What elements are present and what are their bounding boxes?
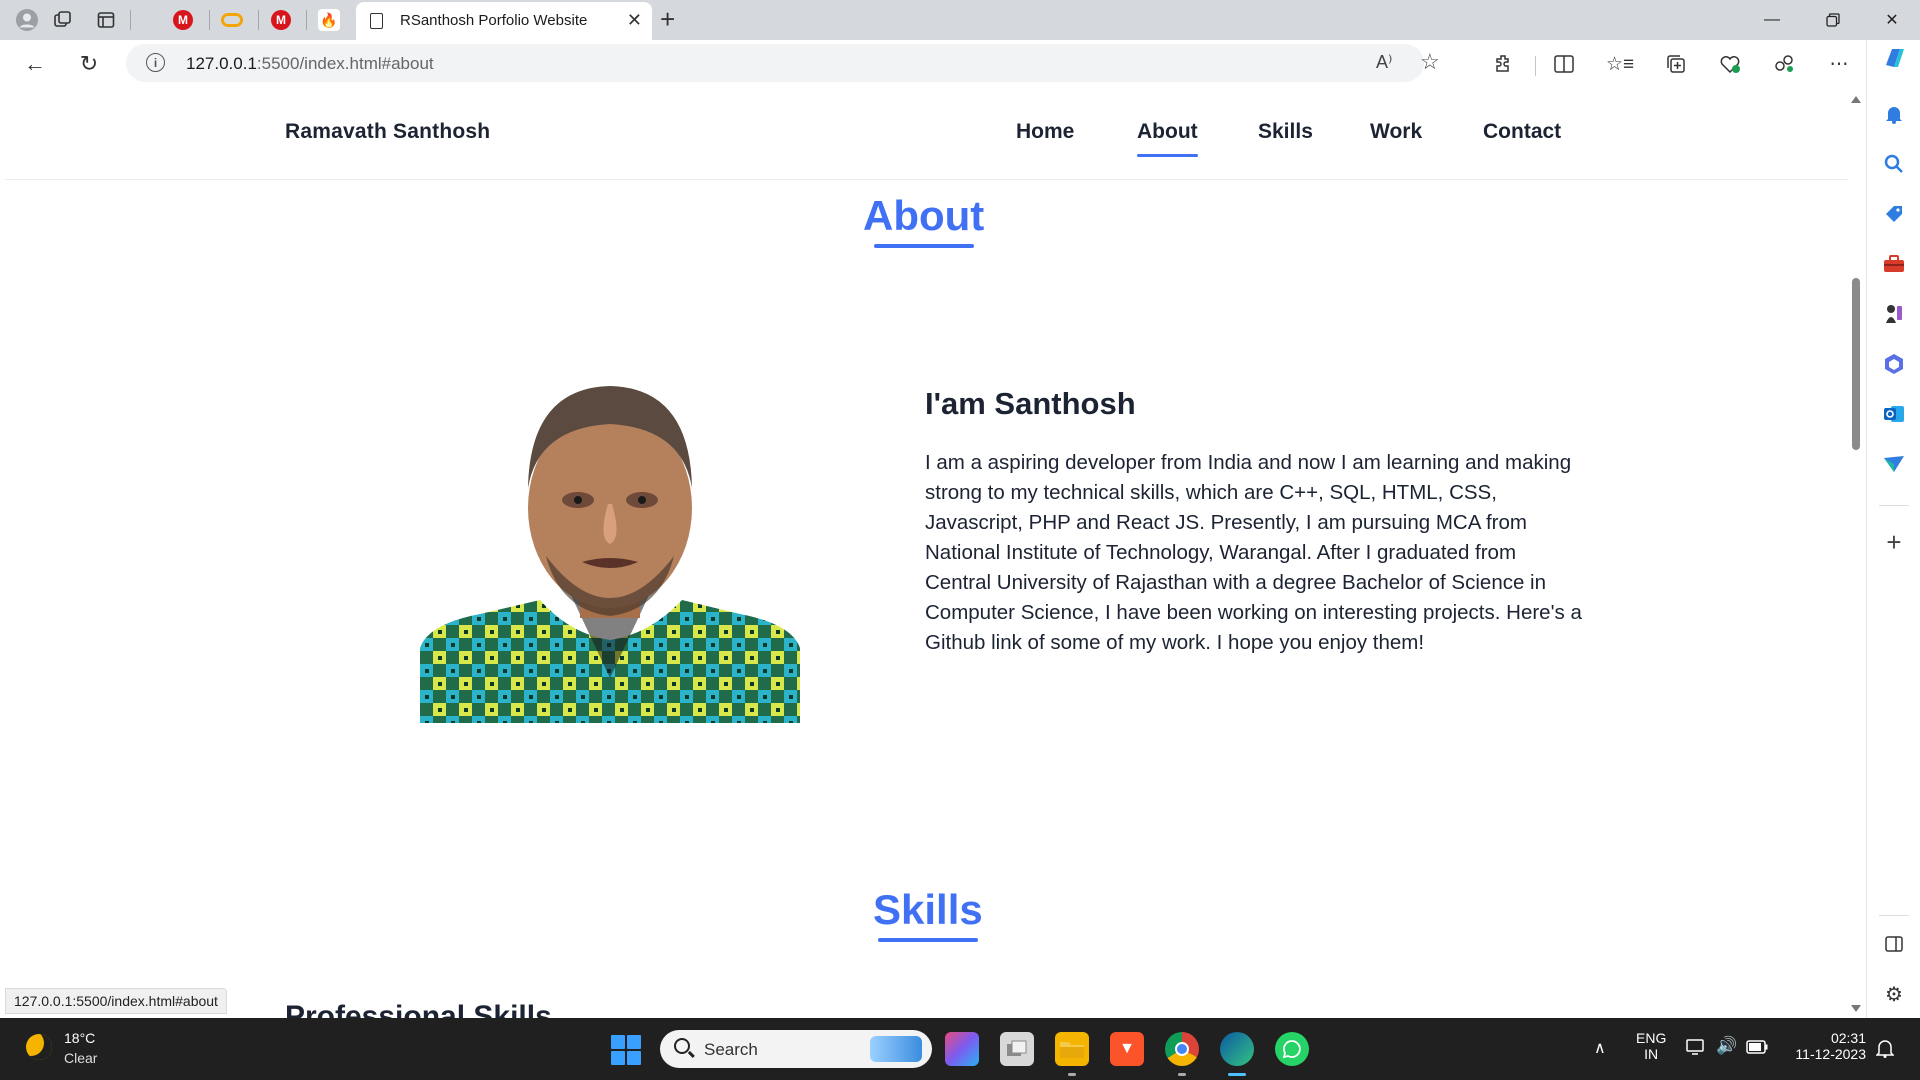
hide-sidebar-icon[interactable] bbox=[1880, 930, 1908, 958]
search-glass-icon bbox=[674, 1038, 690, 1054]
clock-time: 02:31 bbox=[1830, 1030, 1866, 1046]
brave-browser-icon[interactable]: ▼ bbox=[1110, 1032, 1144, 1066]
weather-condition[interactable]: Clear bbox=[64, 1050, 97, 1066]
outlook-icon[interactable] bbox=[1880, 400, 1908, 428]
copilot-app-icon[interactable] bbox=[945, 1032, 979, 1066]
notification-bell-icon[interactable] bbox=[1875, 1038, 1895, 1061]
battery-icon[interactable] bbox=[1746, 1040, 1768, 1057]
clock-date: 11-12-2023 bbox=[1795, 1046, 1866, 1062]
about-section-title: About bbox=[863, 192, 985, 239]
close-tab-icon[interactable]: ✕ bbox=[627, 10, 642, 31]
close-window-button[interactable]: ✕ bbox=[1872, 6, 1912, 34]
whatsapp-icon[interactable] bbox=[1275, 1032, 1309, 1066]
profile-icon[interactable] bbox=[12, 6, 42, 34]
pinned-tab-2[interactable] bbox=[209, 4, 255, 36]
nav-home[interactable]: Home bbox=[1016, 120, 1074, 144]
search-highlight-image bbox=[870, 1036, 922, 1062]
volume-icon[interactable]: 🔊 bbox=[1716, 1036, 1737, 1056]
add-sidebar-app-icon[interactable]: + bbox=[1880, 527, 1908, 557]
language-region: IN bbox=[1644, 1046, 1659, 1062]
favorites-icon[interactable]: ☆≡ bbox=[1606, 50, 1634, 78]
active-tab[interactable]: RSanthosh Porfolio Website ✕ bbox=[356, 2, 652, 40]
address-bar[interactable]: i 127.0.0.1:5500/index.html#about A⁾ ☆ bbox=[126, 44, 1440, 82]
site-brand[interactable]: Ramavath Santhosh bbox=[285, 120, 490, 144]
weather-temperature[interactable]: 18°C bbox=[64, 1030, 95, 1046]
pinned-tab-1[interactable]: M bbox=[160, 4, 206, 36]
nav-skills[interactable]: Skills bbox=[1258, 120, 1313, 144]
start-button[interactable] bbox=[611, 1035, 641, 1065]
extensions-icon[interactable] bbox=[1490, 50, 1518, 78]
tray-overflow-chevron-icon[interactable]: ∧ bbox=[1594, 1038, 1606, 1058]
file-explorer-icon[interactable] bbox=[1055, 1032, 1089, 1066]
settings-gear-icon[interactable]: ⚙ bbox=[1880, 980, 1908, 1008]
language-indicator[interactable]: ENG IN bbox=[1636, 1030, 1666, 1062]
more-options-icon[interactable]: ⋯ bbox=[1825, 50, 1853, 78]
clock[interactable]: 02:31 11-12-2023 bbox=[1786, 1030, 1866, 1062]
copilot-share-icon[interactable] bbox=[1770, 50, 1798, 78]
document-icon bbox=[370, 13, 383, 29]
chrome-icon[interactable] bbox=[1165, 1032, 1199, 1066]
browser-essentials-icon[interactable] bbox=[1716, 50, 1744, 78]
nav-contact[interactable]: Contact bbox=[1483, 120, 1561, 144]
notifications-icon[interactable] bbox=[1880, 100, 1908, 128]
skills-section-title: Skills bbox=[873, 886, 983, 933]
games-icon[interactable] bbox=[1880, 300, 1908, 328]
favorite-star-icon[interactable]: ☆ bbox=[1420, 49, 1440, 75]
status-link-tooltip: 127.0.0.1:5500/index.html#about bbox=[5, 988, 227, 1014]
profile-photo bbox=[420, 386, 800, 723]
copilot-icon[interactable] bbox=[1880, 44, 1908, 72]
pinned-tab-3[interactable]: M bbox=[258, 4, 304, 36]
edge-browser-icon[interactable] bbox=[1220, 1032, 1254, 1066]
m-logo-icon: M bbox=[271, 10, 291, 30]
back-button[interactable]: ← bbox=[20, 50, 50, 78]
scroll-thumb[interactable] bbox=[1852, 278, 1860, 450]
edge-sidebar: + ⚙ bbox=[1866, 40, 1920, 1018]
about-paragraph: I am a aspiring developer from India and… bbox=[925, 451, 1582, 654]
tab-title: RSanthosh Porfolio Website bbox=[400, 12, 588, 29]
coursera-logo-icon bbox=[221, 13, 243, 27]
new-tab-button[interactable]: + bbox=[660, 4, 675, 35]
browser-toolbar: ← ↻ i 127.0.0.1:5500/index.html#about A⁾… bbox=[0, 40, 1920, 88]
site-header: Ramavath Santhosh Home About Skills Work… bbox=[5, 88, 1848, 180]
m-logo-icon: M bbox=[173, 10, 193, 30]
network-icon[interactable] bbox=[1686, 1038, 1706, 1059]
language-code: ENG bbox=[1636, 1030, 1667, 1046]
microsoft365-icon[interactable] bbox=[1880, 350, 1908, 378]
site-info-icon[interactable]: i bbox=[146, 53, 165, 72]
pinned-tab-4[interactable]: 🔥 bbox=[306, 4, 352, 36]
taskbar-search[interactable]: Search bbox=[660, 1030, 932, 1068]
send-icon[interactable] bbox=[1880, 450, 1908, 478]
fire-logo-icon: 🔥 bbox=[318, 9, 340, 31]
search-label: Search bbox=[704, 1040, 758, 1059]
windows-taskbar: 18°C Clear Search ▼ ∧ ENG IN 🔊 02:31 11-… bbox=[0, 1018, 1920, 1080]
nav-about[interactable]: About bbox=[1137, 120, 1198, 157]
scroll-up-arrow-icon[interactable] bbox=[1851, 96, 1861, 103]
refresh-button[interactable]: ↻ bbox=[74, 50, 104, 78]
url-path: :5500/index.html#about bbox=[256, 54, 434, 73]
tab-actions-icon[interactable] bbox=[91, 6, 121, 34]
restore-button[interactable] bbox=[1813, 6, 1853, 34]
moon-weather-icon[interactable] bbox=[26, 1034, 52, 1060]
nav-work[interactable]: Work bbox=[1370, 120, 1422, 144]
page-scrollbar[interactable] bbox=[1848, 88, 1864, 1018]
read-aloud-icon[interactable]: A⁾ bbox=[1376, 52, 1392, 73]
task-view-icon[interactable] bbox=[1000, 1032, 1034, 1066]
collections-icon[interactable] bbox=[1662, 50, 1690, 78]
about-heading: I'am Santhosh bbox=[925, 386, 1136, 421]
search-icon[interactable] bbox=[1880, 150, 1908, 178]
workspaces-icon[interactable] bbox=[48, 6, 78, 34]
tab-strip: M M 🔥 RSanthosh Porfolio Website ✕ + — ✕ bbox=[0, 0, 1920, 40]
url-text[interactable]: 127.0.0.1:5500/index.html#about bbox=[186, 54, 434, 74]
split-screen-icon[interactable] bbox=[1550, 50, 1578, 78]
url-host: 127.0.0.1 bbox=[186, 54, 257, 73]
tools-icon[interactable] bbox=[1880, 250, 1908, 278]
scroll-down-arrow-icon[interactable] bbox=[1851, 1005, 1861, 1012]
shopping-icon[interactable] bbox=[1880, 200, 1908, 228]
professional-skills-heading: Professional Skills bbox=[285, 1000, 552, 1018]
page-viewport: Ramavath Santhosh Home About Skills Work… bbox=[5, 88, 1848, 1018]
minimize-button[interactable]: — bbox=[1752, 6, 1792, 34]
